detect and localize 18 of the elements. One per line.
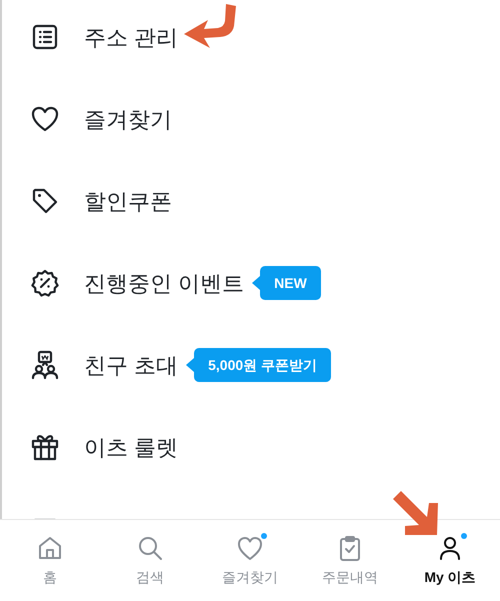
tab[interactable]: My 이츠 (400, 520, 500, 597)
menu-item-label[interactable]: 진행중인 이벤트 (84, 266, 244, 300)
menu-item-label[interactable]: 이츠 룰렛 (84, 430, 178, 464)
friends-icon (30, 350, 60, 380)
gift-icon (30, 432, 60, 462)
discount-icon (30, 268, 60, 298)
curved-arrow (182, 4, 238, 48)
home-icon (36, 534, 64, 562)
menu-item-label[interactable]: 주소 관리 (84, 20, 178, 54)
menu-item-label[interactable]: 할인쿠폰 (84, 184, 172, 218)
menu-item-label[interactable]: 친구 초대 (84, 348, 178, 382)
search-icon (136, 534, 164, 562)
heart-icon (30, 104, 60, 134)
menu-item-label[interactable]: 즐겨찾기 (84, 102, 172, 136)
list-icon (30, 22, 60, 52)
tag-icon (30, 186, 60, 216)
heart-icon (236, 534, 264, 562)
arrow (393, 491, 439, 537)
